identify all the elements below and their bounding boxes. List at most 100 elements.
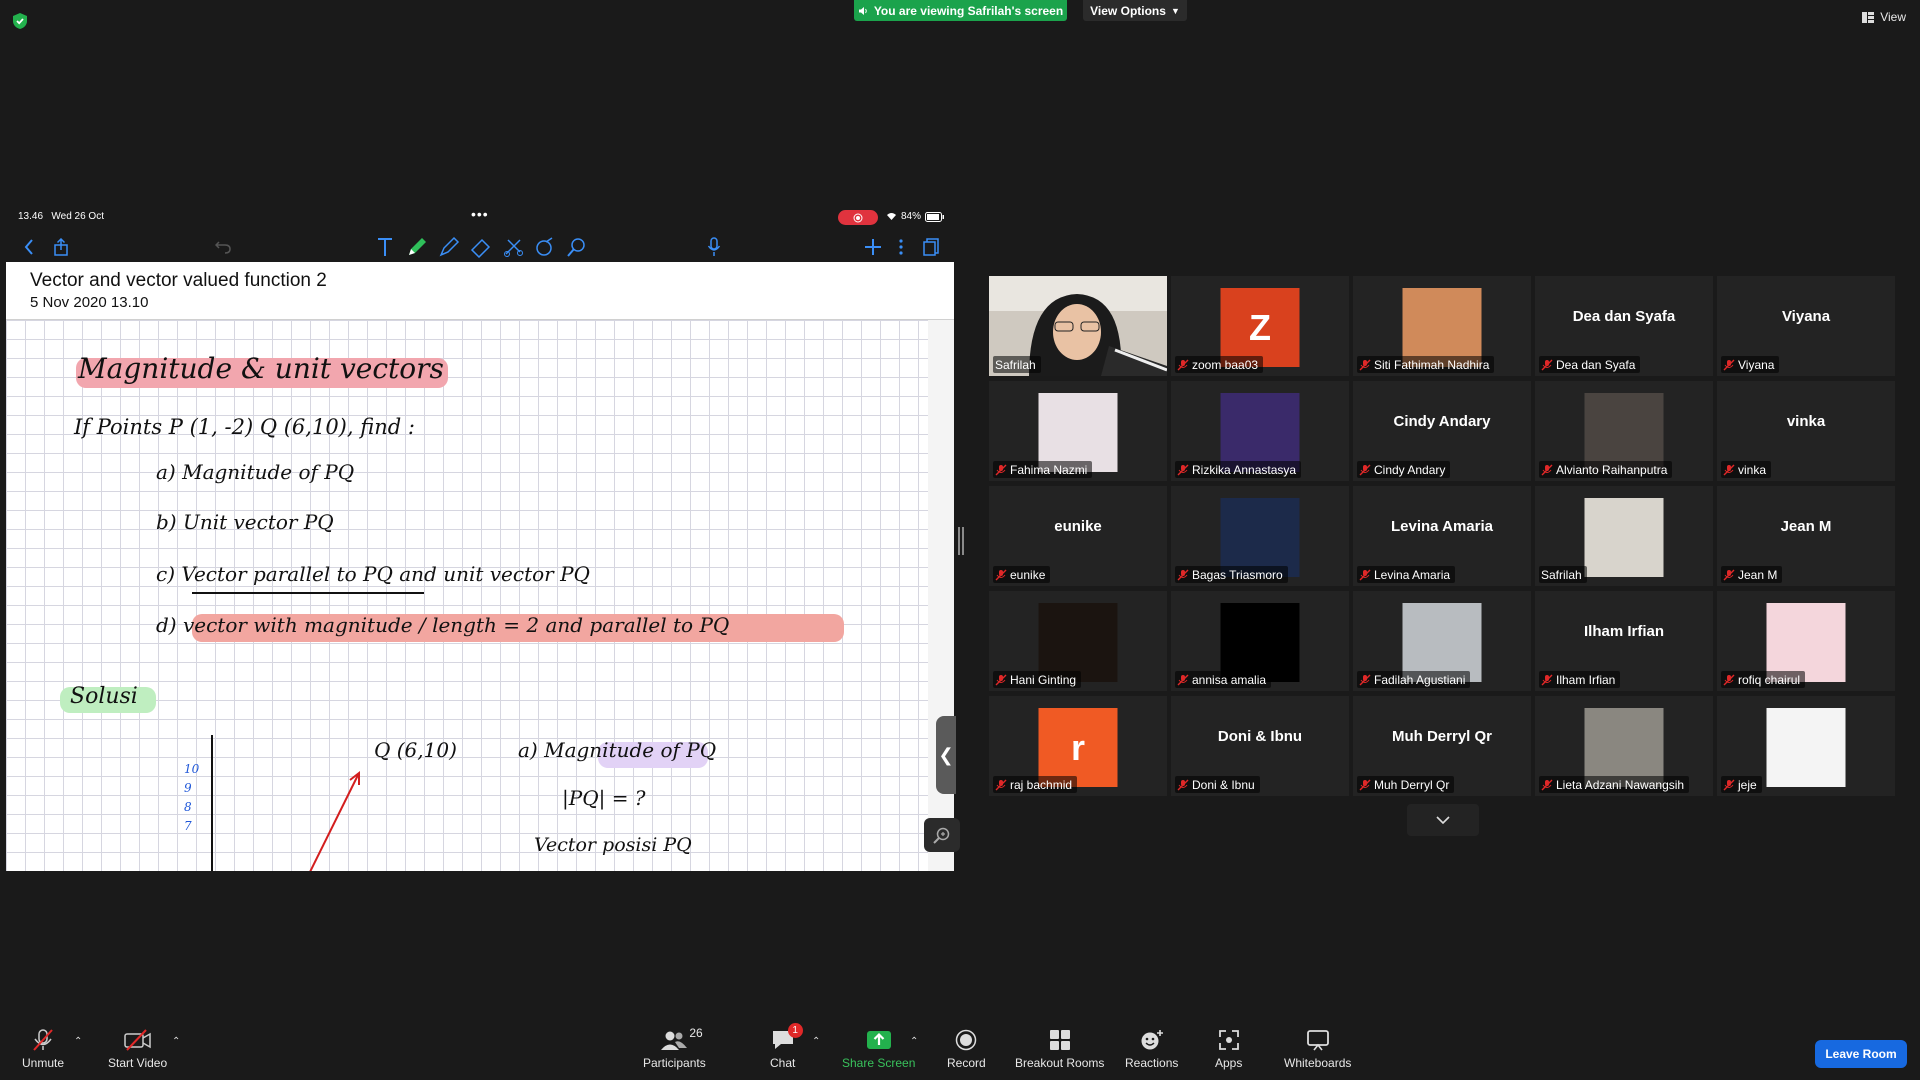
participant-tile[interactable]: Lieta Adzani Nawangsih bbox=[1535, 696, 1713, 796]
record-button[interactable]: Record bbox=[947, 1028, 986, 1070]
axis-ticks: 10 9 8 7 bbox=[184, 760, 199, 836]
share-icon[interactable] bbox=[50, 236, 72, 258]
grid-view-icon bbox=[1862, 11, 1875, 23]
participant-tile[interactable]: Jean M Jean M bbox=[1717, 486, 1895, 586]
participant-tile[interactable]: eunike eunike bbox=[989, 486, 1167, 586]
chat-button[interactable]: 1 Chat bbox=[770, 1023, 803, 1070]
participant-tile[interactable]: Ilham Irfian Ilham Irfian bbox=[1535, 591, 1713, 691]
muted-mic-icon bbox=[1177, 779, 1189, 790]
apps-button[interactable]: Apps bbox=[1215, 1028, 1242, 1070]
participant-name: Jean M bbox=[1738, 567, 1778, 582]
participant-tile[interactable]: Levina Amaria Levina Amaria bbox=[1353, 486, 1531, 586]
participant-name: Doni & Ibnu bbox=[1192, 777, 1255, 792]
participant-profile-picture bbox=[1584, 498, 1664, 577]
handwritten-sol-abs: |PQ| = ? bbox=[562, 786, 646, 810]
participant-tile[interactable]: Alvianto Raihanputra bbox=[1535, 381, 1713, 481]
text-tool-icon[interactable] bbox=[374, 236, 396, 258]
participant-tile[interactable]: Cindy Andary Cindy Andary bbox=[1353, 381, 1531, 481]
participant-tile[interactable]: annisa amalia bbox=[1171, 591, 1349, 691]
battery-percent: 84% bbox=[901, 211, 922, 222]
zoom-tool-icon[interactable] bbox=[566, 236, 588, 258]
zoom-button[interactable] bbox=[924, 818, 960, 852]
security-shield-icon[interactable] bbox=[12, 12, 28, 30]
unmute-button[interactable]: Unmute bbox=[22, 1028, 64, 1070]
leave-room-label: Leave Room bbox=[1825, 1047, 1897, 1061]
split-divider-handle[interactable] bbox=[958, 527, 964, 555]
share-options-caret-icon[interactable]: ⌃ bbox=[910, 1036, 918, 1047]
muted-mic-icon bbox=[1541, 464, 1553, 475]
axis-tick: 8 bbox=[184, 800, 192, 814]
participant-tile[interactable]: vinka vinka bbox=[1717, 381, 1895, 481]
chat-options-caret-icon[interactable]: ⌃ bbox=[812, 1036, 820, 1047]
eraser-tool-icon[interactable] bbox=[470, 236, 492, 258]
participant-tile[interactable]: r raj bachmid bbox=[989, 696, 1167, 796]
lasso-tool-icon[interactable] bbox=[502, 236, 524, 258]
participant-name-label: Rizkika Annastasya bbox=[1175, 461, 1302, 478]
participant-name: Siti Fathimah Nadhira bbox=[1374, 357, 1490, 372]
more-vertical-icon[interactable] bbox=[890, 236, 912, 258]
leave-room-button[interactable]: Leave Room bbox=[1815, 1040, 1907, 1068]
participant-name: Safrilah bbox=[1541, 567, 1582, 582]
video-options-caret-icon[interactable]: ⌃ bbox=[172, 1036, 180, 1047]
participants-label: Participants bbox=[643, 1056, 706, 1070]
participant-name-label: Fahima Nazmi bbox=[993, 461, 1093, 478]
handwritten-item-a: a) Magnitude of PQ bbox=[156, 460, 355, 484]
share-screen-icon bbox=[866, 1028, 892, 1052]
microphone-icon[interactable] bbox=[703, 236, 725, 258]
axis-tick: 7 bbox=[184, 819, 192, 833]
participant-name: eunike bbox=[1010, 567, 1046, 582]
participant-tile[interactable]: Fadilah Agustiani bbox=[1353, 591, 1531, 691]
apps-label: Apps bbox=[1215, 1056, 1243, 1070]
participant-tile[interactable]: rofiq chairul bbox=[1717, 591, 1895, 691]
viewing-screen-text: You are viewing Safrilah's screen bbox=[873, 3, 1064, 18]
status-time: 13.46 Wed 26 Oct bbox=[18, 211, 104, 222]
muted-microphone-icon bbox=[32, 1028, 54, 1052]
share-screen-button[interactable]: Share Screen bbox=[842, 1028, 915, 1070]
start-video-button[interactable]: Start Video bbox=[108, 1028, 167, 1070]
gallery-next-page-button[interactable] bbox=[1407, 804, 1479, 836]
participant-tile[interactable]: jeje bbox=[1717, 696, 1895, 796]
participant-tile[interactable]: Safrilah bbox=[1535, 486, 1713, 586]
highlighter-tool-icon[interactable] bbox=[438, 236, 460, 258]
whiteboards-button[interactable]: Whiteboards bbox=[1284, 1028, 1351, 1070]
participant-tile[interactable]: Hani Ginting bbox=[989, 591, 1167, 691]
breakout-rooms-icon bbox=[1049, 1028, 1071, 1052]
participant-name-label: Safrilah bbox=[1539, 566, 1587, 583]
whiteboards-label: Whiteboards bbox=[1284, 1056, 1352, 1070]
more-dots-icon: ••• bbox=[471, 206, 489, 222]
meeting-controls-bar: Unmute ⌃ Start Video ⌃ 26 Participants 1… bbox=[0, 1020, 1920, 1080]
participant-name: Hani Ginting bbox=[1010, 672, 1077, 687]
shapes-tool-icon[interactable] bbox=[534, 236, 556, 258]
muted-mic-icon bbox=[1177, 359, 1189, 370]
undo-icon[interactable] bbox=[212, 236, 234, 258]
audio-options-caret-icon[interactable]: ⌃ bbox=[74, 1036, 82, 1047]
participant-tile[interactable]: Siti Fathimah Nadhira bbox=[1353, 276, 1531, 376]
view-options-button[interactable]: View Options ▼ bbox=[1083, 0, 1187, 21]
view-button[interactable]: View bbox=[1862, 10, 1906, 24]
participant-tile[interactable]: Rizkika Annastasya bbox=[1171, 381, 1349, 481]
underline-item-c bbox=[192, 592, 424, 594]
participant-tile[interactable]: Dea dan Syafa Dea dan Syafa bbox=[1535, 276, 1713, 376]
reactions-button[interactable]: Reactions bbox=[1125, 1028, 1178, 1070]
handwritten-item-b: b) Unit vector PQ bbox=[156, 510, 334, 534]
participant-tile[interactable]: Muh Derryl Qr Muh Derryl Qr bbox=[1353, 696, 1531, 796]
participants-button[interactable]: 26 Participants bbox=[643, 1026, 706, 1070]
participant-tile[interactable]: Zzoom baa03 bbox=[1171, 276, 1349, 376]
muted-mic-icon bbox=[1359, 359, 1371, 370]
participant-name-label: rofiq chairul bbox=[1721, 671, 1806, 688]
participant-tile[interactable]: Fahima Nazmi bbox=[989, 381, 1167, 481]
pen-tool-icon[interactable] bbox=[406, 236, 428, 258]
participant-name-label: Cindy Andary bbox=[1357, 461, 1451, 478]
participant-name-label: Viyana bbox=[1721, 356, 1780, 373]
participant-tile[interactable]: Bagas Triasmoro bbox=[1171, 486, 1349, 586]
participant-tile[interactable]: Safrilah bbox=[989, 276, 1167, 376]
muted-mic-icon bbox=[1359, 464, 1371, 475]
page-scroll-handle[interactable]: ❮ bbox=[936, 716, 956, 794]
pages-icon[interactable] bbox=[920, 236, 942, 258]
participant-tile[interactable]: Viyana Viyana bbox=[1717, 276, 1895, 376]
participant-tile[interactable]: Doni & Ibnu Doni & Ibnu bbox=[1171, 696, 1349, 796]
participant-name: Rizkika Annastasya bbox=[1192, 462, 1297, 477]
back-icon[interactable] bbox=[18, 236, 40, 258]
breakout-rooms-button[interactable]: Breakout Rooms bbox=[1015, 1028, 1104, 1070]
add-page-icon[interactable] bbox=[862, 236, 884, 258]
